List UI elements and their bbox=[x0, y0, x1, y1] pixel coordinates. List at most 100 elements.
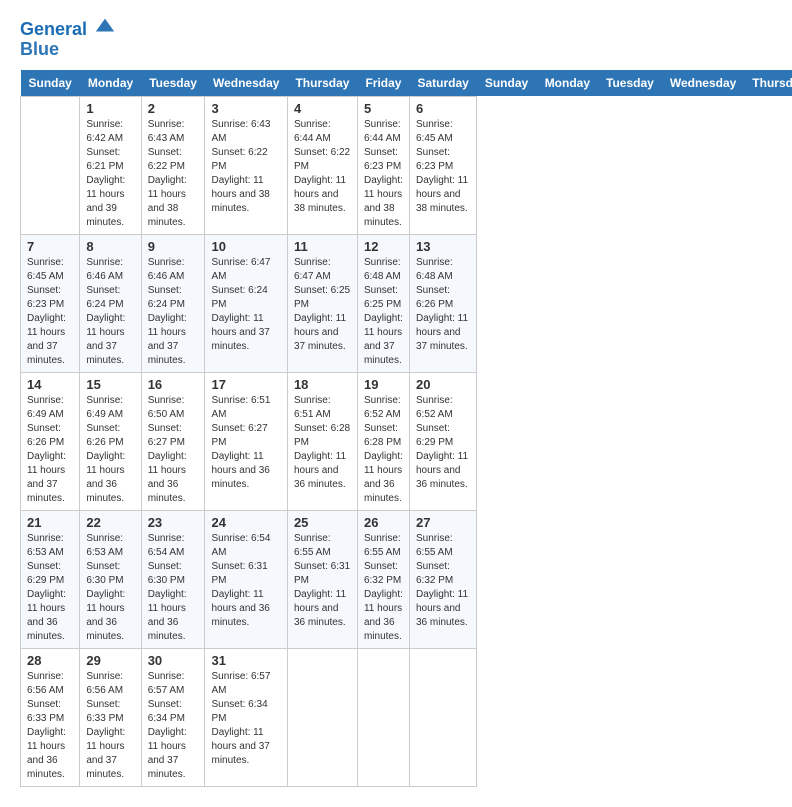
cell-info: Sunrise: 6:47 AMSunset: 6:25 PMDaylight:… bbox=[294, 256, 351, 354]
cell-info: Sunrise: 6:46 AMSunset: 6:24 PMDaylight:… bbox=[86, 256, 134, 368]
col-header-thursday: Thursday bbox=[744, 70, 792, 97]
cell-info: Sunrise: 6:54 AMSunset: 6:31 PMDaylight:… bbox=[211, 532, 280, 630]
day-number: 31 bbox=[211, 653, 280, 668]
cell-info: Sunrise: 6:51 AMSunset: 6:28 PMDaylight:… bbox=[294, 394, 351, 492]
day-number: 11 bbox=[294, 239, 351, 254]
day-number: 14 bbox=[27, 377, 73, 392]
calendar-cell: 21 Sunrise: 6:53 AMSunset: 6:29 PMDayligh… bbox=[21, 510, 80, 648]
cell-info: Sunrise: 6:45 AMSunset: 6:23 PMDaylight:… bbox=[27, 256, 73, 368]
calendar-cell: 10 Sunrise: 6:47 AMSunset: 6:24 PMDayligh… bbox=[205, 234, 287, 372]
day-number: 18 bbox=[294, 377, 351, 392]
calendar-cell: 20 Sunrise: 6:52 AMSunset: 6:29 PMDayligh… bbox=[409, 372, 476, 510]
col-header-sunday: Sunday bbox=[477, 70, 537, 97]
cell-info: Sunrise: 6:54 AMSunset: 6:30 PMDaylight:… bbox=[148, 532, 199, 644]
calendar-cell: 17 Sunrise: 6:51 AMSunset: 6:27 PMDayligh… bbox=[205, 372, 287, 510]
week-row-2: 7 Sunrise: 6:45 AMSunset: 6:23 PMDaylight… bbox=[21, 234, 792, 372]
cell-info: Sunrise: 6:43 AMSunset: 6:22 PMDaylight:… bbox=[148, 118, 199, 230]
cell-info: Sunrise: 6:55 AMSunset: 6:31 PMDaylight:… bbox=[294, 532, 351, 630]
day-number: 20 bbox=[416, 377, 470, 392]
day-number: 2 bbox=[148, 101, 199, 116]
day-number: 9 bbox=[148, 239, 199, 254]
calendar-cell: 23Sunrise: 6:54 AMSunset: 6:30 PMDayligh… bbox=[141, 510, 205, 648]
cell-info: Sunrise: 6:48 AMSunset: 6:25 PMDaylight:… bbox=[364, 256, 403, 368]
cell-info: Sunrise: 6:55 AMSunset: 6:32 PMDaylight:… bbox=[416, 532, 470, 630]
day-number: 24 bbox=[211, 515, 280, 530]
calendar-cell: 7 Sunrise: 6:45 AMSunset: 6:23 PMDaylight… bbox=[21, 234, 80, 372]
col-header-wednesday: Wednesday bbox=[662, 70, 744, 97]
day-number: 5 bbox=[364, 101, 403, 116]
logo-general: General bbox=[20, 19, 87, 39]
calendar-cell bbox=[357, 648, 409, 786]
cell-info: Sunrise: 6:50 AMSunset: 6:27 PMDaylight:… bbox=[148, 394, 199, 506]
cell-info: Sunrise: 6:55 AMSunset: 6:32 PMDaylight:… bbox=[364, 532, 403, 644]
day-number: 21 bbox=[27, 515, 73, 530]
cell-info: Sunrise: 6:43 AMSunset: 6:22 PMDaylight:… bbox=[211, 118, 280, 216]
day-number: 26 bbox=[364, 515, 403, 530]
day-number: 4 bbox=[294, 101, 351, 116]
calendar-cell: 12Sunrise: 6:48 AMSunset: 6:25 PMDayligh… bbox=[357, 234, 409, 372]
day-number: 22 bbox=[86, 515, 134, 530]
day-number: 15 bbox=[86, 377, 134, 392]
calendar-cell: 8 Sunrise: 6:46 AMSunset: 6:24 PMDaylight… bbox=[80, 234, 141, 372]
header-thursday: Thursday bbox=[287, 70, 357, 97]
calendar-cell: 4 Sunrise: 6:44 AMSunset: 6:22 PMDaylight… bbox=[287, 96, 357, 234]
calendar-table: SundayMondayTuesdayWednesdayThursdayFrid… bbox=[20, 70, 792, 787]
day-number: 6 bbox=[416, 101, 470, 116]
day-number: 16 bbox=[148, 377, 199, 392]
day-number: 17 bbox=[211, 377, 280, 392]
cell-info: Sunrise: 6:45 AMSunset: 6:23 PMDaylight:… bbox=[416, 118, 470, 216]
calendar-cell bbox=[409, 648, 476, 786]
cell-info: Sunrise: 6:46 AMSunset: 6:24 PMDaylight:… bbox=[148, 256, 199, 368]
week-row-1: 1Sunrise: 6:42 AMSunset: 6:21 PMDaylight… bbox=[21, 96, 792, 234]
cell-info: Sunrise: 6:57 AMSunset: 6:34 PMDaylight:… bbox=[148, 670, 199, 782]
cell-info: Sunrise: 6:44 AMSunset: 6:22 PMDaylight:… bbox=[294, 118, 351, 216]
col-header-monday: Monday bbox=[537, 70, 598, 97]
day-number: 27 bbox=[416, 515, 470, 530]
day-number: 25 bbox=[294, 515, 351, 530]
calendar-cell: 19 Sunrise: 6:52 AMSunset: 6:28 PMDayligh… bbox=[357, 372, 409, 510]
day-number: 8 bbox=[86, 239, 134, 254]
calendar-cell: 9 Sunrise: 6:46 AMSunset: 6:24 PMDaylight… bbox=[141, 234, 205, 372]
cell-info: Sunrise: 6:57 AMSunset: 6:34 PMDaylight:… bbox=[211, 670, 280, 768]
day-number: 10 bbox=[211, 239, 280, 254]
day-number: 29 bbox=[86, 653, 134, 668]
cell-info: Sunrise: 6:51 AMSunset: 6:27 PMDaylight:… bbox=[211, 394, 280, 492]
calendar-cell bbox=[287, 648, 357, 786]
calendar-cell: 3 Sunrise: 6:43 AMSunset: 6:22 PMDaylight… bbox=[205, 96, 287, 234]
header-wednesday: Wednesday bbox=[205, 70, 287, 97]
cell-info: Sunrise: 6:53 AMSunset: 6:29 PMDaylight:… bbox=[27, 532, 73, 644]
calendar-cell: 30 Sunrise: 6:57 AMSunset: 6:34 PMDayligh… bbox=[141, 648, 205, 786]
day-number: 19 bbox=[364, 377, 403, 392]
cell-info: Sunrise: 6:52 AMSunset: 6:29 PMDaylight:… bbox=[416, 394, 470, 492]
cell-info: Sunrise: 6:47 AMSunset: 6:24 PMDaylight:… bbox=[211, 256, 280, 354]
calendar-cell: 11 Sunrise: 6:47 AMSunset: 6:25 PMDayligh… bbox=[287, 234, 357, 372]
calendar-cell: 31 Sunrise: 6:57 AMSunset: 6:34 PMDayligh… bbox=[205, 648, 287, 786]
cell-info: Sunrise: 6:49 AMSunset: 6:26 PMDaylight:… bbox=[27, 394, 73, 506]
header-monday: Monday bbox=[80, 70, 141, 97]
calendar-cell: 24 Sunrise: 6:54 AMSunset: 6:31 PMDayligh… bbox=[205, 510, 287, 648]
header-sunday: Sunday bbox=[21, 70, 80, 97]
week-row-5: 28Sunrise: 6:56 AMSunset: 6:33 PMDayligh… bbox=[21, 648, 792, 786]
calendar-cell: 27 Sunrise: 6:55 AMSunset: 6:32 PMDayligh… bbox=[409, 510, 476, 648]
cell-info: Sunrise: 6:53 AMSunset: 6:30 PMDaylight:… bbox=[86, 532, 134, 644]
col-header-tuesday: Tuesday bbox=[598, 70, 662, 97]
logo: General Blue bbox=[20, 20, 116, 60]
cell-info: Sunrise: 6:52 AMSunset: 6:28 PMDaylight:… bbox=[364, 394, 403, 506]
calendar-cell: 1Sunrise: 6:42 AMSunset: 6:21 PMDaylight… bbox=[80, 96, 141, 234]
calendar-cell: 16 Sunrise: 6:50 AMSunset: 6:27 PMDayligh… bbox=[141, 372, 205, 510]
calendar-cell: 5Sunrise: 6:44 AMSunset: 6:23 PMDaylight… bbox=[357, 96, 409, 234]
day-number: 1 bbox=[86, 101, 134, 116]
day-number: 30 bbox=[148, 653, 199, 668]
logo-blue: Blue bbox=[20, 40, 116, 60]
day-number: 3 bbox=[211, 101, 280, 116]
header-row: SundayMondayTuesdayWednesdayThursdayFrid… bbox=[21, 70, 792, 97]
header-saturday: Saturday bbox=[409, 70, 476, 97]
calendar-cell: 29Sunrise: 6:56 AMSunset: 6:33 PMDayligh… bbox=[80, 648, 141, 786]
logo-icon bbox=[94, 15, 116, 37]
header-friday: Friday bbox=[357, 70, 409, 97]
week-row-4: 21 Sunrise: 6:53 AMSunset: 6:29 PMDayligh… bbox=[21, 510, 792, 648]
cell-info: Sunrise: 6:48 AMSunset: 6:26 PMDaylight:… bbox=[416, 256, 470, 354]
day-number: 13 bbox=[416, 239, 470, 254]
calendar-cell: 28Sunrise: 6:56 AMSunset: 6:33 PMDayligh… bbox=[21, 648, 80, 786]
day-number: 7 bbox=[27, 239, 73, 254]
